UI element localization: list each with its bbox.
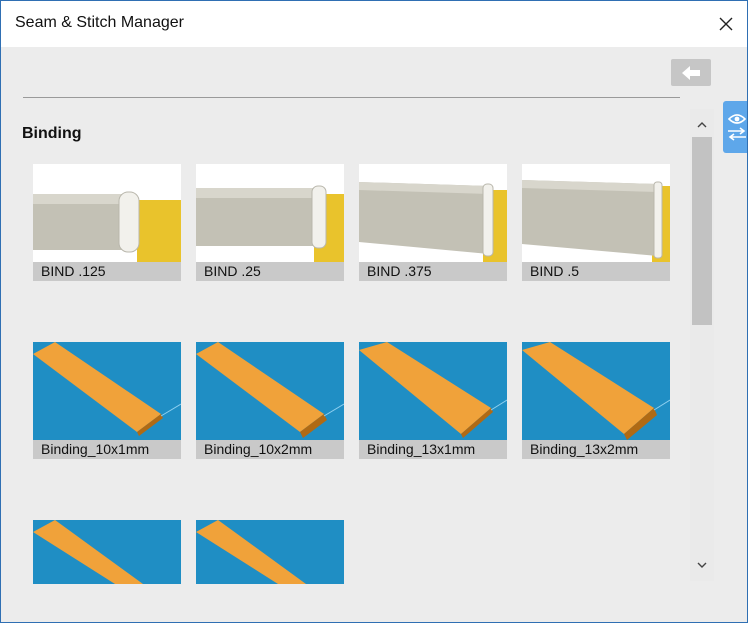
seam-stitch-manager-window: Seam & Stitch Manager Binding BIND .125 …	[0, 0, 748, 623]
binding-thumbnail	[522, 342, 670, 440]
eye-swap-icon	[727, 114, 747, 141]
section-heading-binding: Binding	[22, 125, 82, 142]
stitch-item[interactable]	[196, 520, 344, 584]
item-label: Binding_13x2mm	[522, 440, 670, 459]
binding-thumbnail	[196, 342, 344, 440]
stitch-item[interactable]: BIND .5	[522, 164, 670, 281]
stitch-item[interactable]	[33, 520, 181, 584]
stitch-item[interactable]: Binding_13x2mm	[522, 342, 670, 459]
binding-thumbnail	[196, 164, 344, 262]
chevron-up-icon	[697, 122, 707, 128]
item-label: Binding_10x2mm	[196, 440, 344, 459]
binding-thumbnail	[33, 164, 181, 262]
item-label: BIND .375	[359, 262, 507, 281]
scroll-up-button[interactable]	[690, 115, 714, 135]
binding-thumbnail	[33, 342, 181, 440]
close-button[interactable]	[711, 9, 741, 39]
item-label: BIND .125	[33, 262, 181, 281]
back-arrow-icon	[682, 65, 700, 80]
stitch-item[interactable]: BIND .25	[196, 164, 344, 281]
title-bar: Seam & Stitch Manager	[1, 1, 747, 47]
item-label: BIND .5	[522, 262, 670, 281]
stitch-item[interactable]: Binding_13x1mm	[359, 342, 507, 459]
back-button[interactable]	[671, 59, 711, 86]
binding-thumbnail	[359, 342, 507, 440]
item-label: Binding_13x1mm	[359, 440, 507, 459]
window-title: Seam & Stitch Manager	[15, 14, 184, 31]
scrollbar-thumb[interactable]	[692, 137, 712, 325]
item-label: BIND .25	[196, 262, 344, 281]
close-icon	[719, 17, 733, 31]
scroll-down-button[interactable]	[690, 555, 714, 575]
binding-thumbnail	[33, 520, 181, 584]
toolbar-divider	[23, 97, 680, 98]
binding-thumbnail	[196, 520, 344, 584]
stitch-item[interactable]: Binding_10x1mm	[33, 342, 181, 459]
vertical-scrollbar[interactable]	[690, 109, 714, 581]
stitch-item[interactable]: BIND .125	[33, 164, 181, 281]
binding-thumbnail	[522, 164, 670, 262]
chevron-down-icon	[697, 562, 707, 568]
side-panel-toggle[interactable]	[723, 101, 747, 153]
binding-thumbnail	[359, 164, 507, 262]
stitch-item[interactable]: Binding_10x2mm	[196, 342, 344, 459]
item-label: Binding_10x1mm	[33, 440, 181, 459]
stitch-item[interactable]: BIND .375	[359, 164, 507, 281]
